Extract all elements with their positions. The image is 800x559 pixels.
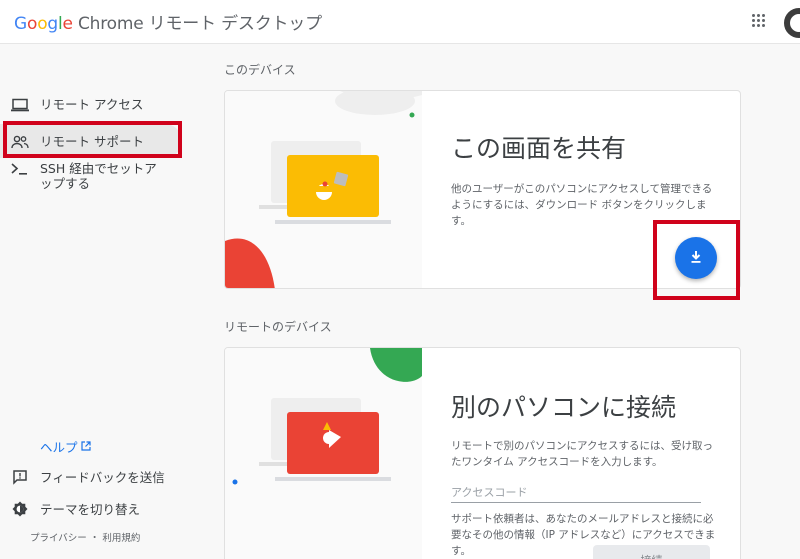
connect-button[interactable]: 接続 [593, 545, 710, 559]
avatar[interactable] [784, 8, 800, 38]
help-link[interactable]: ヘルプ [40, 437, 91, 456]
app-title: Chrome リモート デスクトップ [78, 14, 322, 34]
section-title-this-device: このデバイス [224, 63, 296, 77]
send-feedback-button[interactable]: フィードバックを送信 [0, 467, 165, 486]
connect-title: 別のパソコンに接続 [451, 393, 677, 422]
toggle-theme-button[interactable]: テーマを切り替え [0, 499, 140, 518]
sidebar-item-remote-access[interactable]: リモート アクセス [0, 97, 182, 112]
app-logo[interactable]: Google Chrome リモート デスクトップ [14, 9, 322, 34]
highlight-box-remote-support [3, 121, 182, 158]
connect-description: リモートで別のパソコンにアクセスするには、受け取ったワンタイム アクセスコードを… [451, 440, 713, 468]
apps-grid-icon[interactable] [752, 14, 766, 28]
sidebar-item-label: リモート アクセス [40, 97, 144, 112]
share-illustration [225, 91, 422, 288]
highlight-box-download [653, 220, 740, 300]
share-title: この画面を共有 [451, 134, 627, 163]
connect-illustration [225, 348, 422, 559]
app-header: Google Chrome リモート デスクトップ [0, 0, 800, 44]
theme-icon [0, 501, 40, 517]
footer-links[interactable]: プライバシー ・ 利用規約 [30, 530, 140, 544]
external-link-icon [80, 439, 91, 454]
sidebar-item-ssh-setup[interactable]: SSH 経由でセットアップする [0, 161, 182, 191]
connect-card: 別のパソコンに接続 リモートで別のパソコンにアクセスするには、受け取ったワンタイ… [224, 347, 741, 559]
sidebar-item-label: SSH 経由でセットアップする [40, 161, 157, 191]
section-title-remote-device: リモートのデバイス [224, 320, 332, 334]
feedback-icon [0, 469, 40, 485]
laptop-icon [0, 97, 40, 112]
terminal-icon [0, 161, 40, 176]
access-code-input[interactable] [451, 482, 701, 503]
